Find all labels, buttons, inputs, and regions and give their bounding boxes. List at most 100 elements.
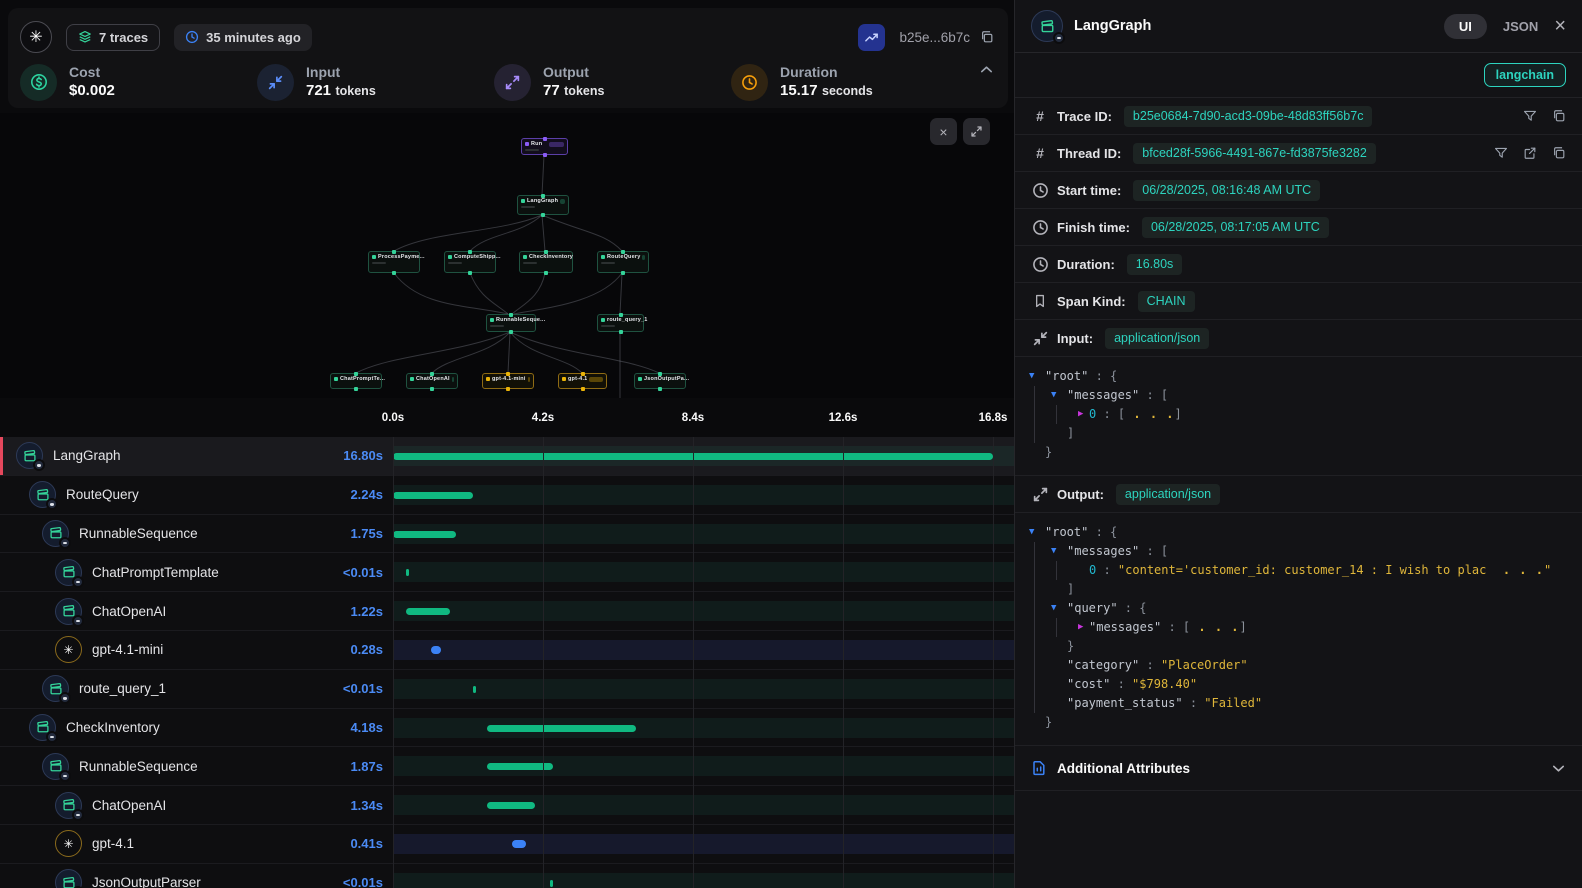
collapse-triangle-icon[interactable]: ▼ bbox=[1029, 523, 1045, 542]
collapse-triangle-icon[interactable]: ▼ bbox=[1051, 542, 1067, 561]
field-value[interactable]: application/json bbox=[1105, 328, 1209, 349]
span-bar[interactable] bbox=[487, 802, 535, 809]
collapse-triangle-icon[interactable]: ▼ bbox=[1051, 599, 1067, 618]
graph-node-gpt41[interactable]: gpt-4.1 bbox=[558, 373, 607, 389]
span-row-runnablesequence[interactable]: RunnableSequence1.87s bbox=[0, 747, 1014, 786]
tab-ui[interactable]: UI bbox=[1444, 14, 1487, 39]
stat-input: Input721 tokens bbox=[257, 60, 494, 104]
filter-icon[interactable] bbox=[1494, 146, 1508, 160]
span-bar[interactable] bbox=[431, 646, 441, 654]
graph-node-checkinventory[interactable]: CheckInventory bbox=[519, 251, 573, 273]
graph-node-label: route_query_1 bbox=[607, 317, 648, 323]
span-bar[interactable] bbox=[487, 725, 636, 732]
clock-icon bbox=[185, 30, 199, 44]
json-line: } bbox=[1029, 637, 1566, 656]
span-row-routequery[interactable]: RouteQuery2.24s bbox=[0, 476, 1014, 515]
graph-node-computeshipping[interactable]: ComputeShipp... bbox=[444, 251, 496, 273]
span-duration: <0.01s bbox=[343, 565, 383, 580]
field-span-kind: Span Kind:CHAIN bbox=[1015, 283, 1582, 320]
span-bar[interactable] bbox=[406, 569, 409, 576]
graph-node-runnablesequence[interactable]: RunnableSeque... bbox=[486, 314, 536, 332]
graph-node-label: RunnableSeque... bbox=[496, 317, 545, 323]
additional-attributes-section[interactable]: Additional Attributes bbox=[1015, 746, 1582, 791]
span-bar[interactable] bbox=[512, 840, 527, 848]
bookmark-icon bbox=[1031, 294, 1049, 308]
graph-node-chatprompttemplate[interactable]: ChatPromptTe... bbox=[330, 373, 382, 389]
graph-node-routequery[interactable]: RouteQuery bbox=[597, 251, 649, 273]
timeline-axis: 0.0s4.2s8.4s12.6s16.8s bbox=[0, 398, 1014, 437]
graph-node-run[interactable]: Run bbox=[521, 138, 568, 155]
graph-node-jsonoutputparser[interactable]: JsonOutputPa... bbox=[634, 373, 686, 389]
field-value[interactable]: application/json bbox=[1116, 484, 1220, 505]
framework-badge[interactable]: langchain bbox=[1484, 63, 1566, 87]
graph-node-gpt41mini[interactable]: gpt-4.1-mini bbox=[482, 373, 534, 389]
span-bar[interactable] bbox=[473, 686, 476, 693]
trace-id-short[interactable]: b25e...6b7c bbox=[899, 30, 970, 45]
span-duration: 2.24s bbox=[350, 487, 383, 502]
analytics-button[interactable] bbox=[858, 24, 885, 51]
expand-triangle-icon[interactable]: ▶ bbox=[1073, 618, 1089, 637]
framework-badge-row: langchain bbox=[1015, 53, 1582, 98]
json-line: } bbox=[1029, 713, 1566, 732]
graph-node-label: JsonOutputPa... bbox=[644, 376, 689, 382]
span-row-langgraph[interactable]: LangGraph16.80s bbox=[0, 437, 1014, 476]
collapse-triangle-icon[interactable]: ▼ bbox=[1051, 386, 1067, 405]
field-value[interactable]: b25e0684-7d90-acd3-09be-48d83ff56b7c bbox=[1124, 106, 1373, 127]
graph-node-label: Run bbox=[531, 141, 542, 147]
inspector-title: LangGraph bbox=[1074, 18, 1151, 34]
field-output: Output:application/json bbox=[1015, 476, 1582, 513]
json-line: ] bbox=[1029, 424, 1566, 443]
graph-node-chatopenai[interactable]: ChatOpenAI bbox=[406, 373, 458, 389]
span-name: RunnableSequence bbox=[79, 526, 198, 541]
field-value[interactable]: bfced28f-5966-4491-867e-fd3875fe3282 bbox=[1133, 143, 1376, 164]
span-bar[interactable] bbox=[393, 531, 456, 538]
langchain-icon bbox=[42, 675, 69, 702]
row-stripe bbox=[393, 601, 1014, 621]
span-row-runnablesequence[interactable]: RunnableSequence1.75s bbox=[0, 515, 1014, 554]
span-row-jsonoutputparser[interactable]: JsonOutputParser<0.01s bbox=[0, 864, 1014, 888]
graph-node-langgraph[interactable]: LangGraph bbox=[517, 195, 569, 215]
field-value[interactable]: 06/28/2025, 08:16:48 AM UTC bbox=[1133, 180, 1320, 201]
graph-node-route_query_1[interactable]: route_query_1 bbox=[597, 314, 644, 332]
chevron-down-icon[interactable] bbox=[1551, 761, 1566, 776]
span-row-checkinventory[interactable]: CheckInventory4.18s bbox=[0, 709, 1014, 748]
graph-node-processpayment[interactable]: ProcessPayme... bbox=[368, 251, 420, 273]
span-bar[interactable] bbox=[406, 608, 450, 615]
copy-icon[interactable] bbox=[1552, 109, 1566, 123]
span-duration: 1.87s bbox=[350, 759, 383, 774]
stat-value: 15.17 bbox=[780, 82, 818, 99]
span-bar[interactable] bbox=[550, 880, 553, 887]
collapse-triangle-icon[interactable]: ▼ bbox=[1029, 367, 1045, 386]
inspector-close-icon[interactable]: × bbox=[1554, 16, 1566, 36]
graph-node-label: ProcessPayme... bbox=[378, 254, 425, 260]
span-row-chatopenai[interactable]: ChatOpenAI1.22s bbox=[0, 592, 1014, 631]
span-row-chatopenai[interactable]: ChatOpenAI1.34s bbox=[0, 786, 1014, 825]
collapse-summary-button[interactable] bbox=[979, 62, 994, 77]
span-bar[interactable] bbox=[393, 453, 993, 460]
tab-json[interactable]: JSON bbox=[1503, 19, 1538, 34]
copy-icon[interactable] bbox=[980, 30, 994, 44]
graph-close-button[interactable]: × bbox=[930, 118, 957, 145]
field-start-time: Start time:06/28/2025, 08:16:48 AM UTC bbox=[1015, 172, 1582, 209]
field-value[interactable]: 16.80s bbox=[1127, 254, 1183, 275]
field-value[interactable]: CHAIN bbox=[1138, 291, 1195, 312]
field-finish-time: Finish time:06/28/2025, 08:17:05 AM UTC bbox=[1015, 209, 1582, 246]
graph-expand-button[interactable] bbox=[963, 118, 990, 145]
span-row-route-query-1[interactable]: route_query_1<0.01s bbox=[0, 670, 1014, 709]
span-row-chatprompttemplate[interactable]: ChatPromptTemplate<0.01s bbox=[0, 553, 1014, 592]
filter-icon[interactable] bbox=[1523, 109, 1537, 123]
span-row-gpt-4-1-mini[interactable]: ✳gpt-4.1-mini0.28s bbox=[0, 631, 1014, 670]
traces-count-badge[interactable]: 7 traces bbox=[66, 24, 160, 51]
external-icon[interactable] bbox=[1523, 146, 1537, 160]
copy-icon[interactable] bbox=[1552, 146, 1566, 160]
expand-triangle-icon[interactable]: ▶ bbox=[1073, 405, 1089, 424]
field-value[interactable]: 06/28/2025, 08:17:05 AM UTC bbox=[1142, 217, 1329, 238]
span-row-gpt-4-1[interactable]: ✳gpt-4.10.41s bbox=[0, 825, 1014, 864]
field-label: Trace ID: bbox=[1057, 109, 1112, 124]
span-bar[interactable] bbox=[487, 763, 554, 770]
json-line: ▶0 : [ . . .] bbox=[1029, 405, 1566, 424]
document-icon bbox=[1031, 760, 1047, 776]
graph-node-pill bbox=[528, 377, 530, 382]
row-stripe bbox=[393, 873, 1014, 888]
span-bar[interactable] bbox=[393, 492, 473, 499]
